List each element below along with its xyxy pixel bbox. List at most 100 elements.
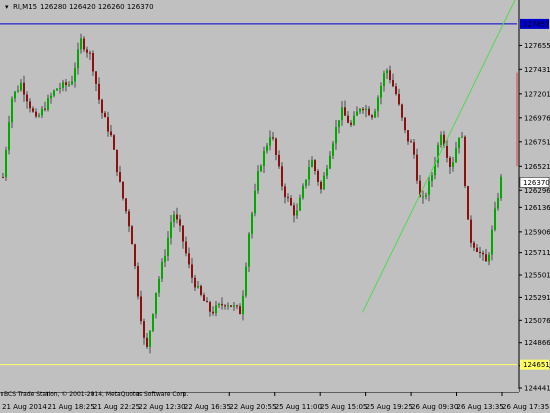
current-price-text: 126370: [523, 179, 550, 187]
symbol-label: RI,M15: [13, 3, 37, 11]
candle-body: [281, 166, 283, 187]
candle-body: [449, 157, 451, 167]
candle-body: [194, 277, 196, 288]
candle-body: [353, 115, 355, 125]
candle-body: [215, 305, 217, 314]
candle-body: [500, 176, 502, 198]
candle-body: [212, 311, 214, 314]
chart-window[interactable]: ▾ RI,M15 126280 126420 126260 126370 127…: [0, 0, 550, 413]
candle-body: [416, 154, 418, 181]
x-tick-label: 22 Aug 16:35: [184, 403, 231, 411]
candle-body: [386, 70, 388, 74]
candle-body: [410, 141, 412, 143]
candle-body: [179, 219, 181, 226]
candle-body: [266, 145, 268, 152]
candle-body: [128, 211, 130, 227]
candle-body: [47, 98, 49, 110]
y-tick-label: 126296: [524, 187, 550, 195]
candle-body: [446, 145, 448, 158]
candle-body: [323, 175, 325, 190]
candle-body: [365, 108, 367, 111]
x-tick-label: 26 Aug 09:30: [411, 403, 458, 411]
candle-body: [248, 233, 250, 267]
candle-body: [329, 155, 331, 169]
candle-body: [473, 242, 475, 248]
y-tick-label: 126751: [524, 138, 550, 146]
x-tick-label: 26 Aug 13:35: [457, 403, 504, 411]
candle-body: [320, 181, 322, 190]
candle-body: [35, 111, 37, 117]
candle-body: [203, 294, 205, 302]
candle-body: [467, 185, 469, 220]
candle-body: [464, 136, 466, 186]
candle-body: [107, 117, 109, 132]
candle-body: [347, 115, 349, 123]
candle-body: [359, 108, 361, 112]
candle-body: [401, 104, 403, 118]
candle-body: [110, 131, 112, 136]
candle-body: [74, 68, 76, 82]
y-tick-label: 126136: [524, 204, 550, 212]
candle-body: [338, 120, 340, 128]
candle-body: [104, 112, 106, 118]
x-tick-label: 25 Aug 11:00: [275, 403, 322, 411]
candle-body: [458, 137, 460, 149]
candle-body: [452, 162, 454, 167]
candle-body: [131, 226, 133, 245]
candle-body: [377, 97, 379, 112]
candle-body: [272, 137, 274, 139]
candle-body: [41, 108, 43, 116]
candle-body: [233, 305, 235, 307]
candle-body: [485, 254, 487, 262]
candle-body: [143, 321, 145, 338]
candle-body: [71, 81, 73, 85]
x-tick-label: 21 Aug 2014: [2, 403, 47, 411]
candle-body: [14, 91, 16, 99]
title-arrow-icon[interactable]: ▾: [5, 3, 9, 11]
candle-body: [53, 90, 55, 96]
candle-body: [317, 170, 319, 182]
y-tick-label: 124441: [524, 385, 550, 393]
candle-body: [383, 73, 385, 87]
candle-body: [209, 302, 211, 312]
candle-body: [290, 198, 292, 206]
candle-body: [407, 130, 409, 142]
candle-body: [59, 87, 61, 89]
candle-body: [356, 111, 358, 116]
candle-body: [89, 52, 91, 54]
candle-body: [221, 303, 223, 306]
y-tick-label: 125711: [524, 249, 550, 257]
candle-body: [398, 93, 400, 105]
candle-body: [296, 210, 298, 216]
x-tick-label: 25 Aug 15:05: [320, 403, 367, 411]
candle-body: [332, 143, 334, 156]
copyright-text: BCS Trade Station, © 2001-2014, MetaQuot…: [4, 391, 188, 398]
candle-body: [236, 305, 238, 307]
candle-body: [461, 136, 463, 138]
candle-body: [227, 305, 229, 307]
candle-body: [254, 190, 256, 214]
candle-body: [113, 135, 115, 150]
x-tick-label: 26 Aug 17:35: [502, 403, 549, 411]
candle-body: [245, 266, 247, 296]
candle-body: [422, 196, 424, 198]
y-tick-label: 125906: [524, 228, 550, 236]
y-tick-label: 127201: [524, 90, 550, 98]
candle-body: [17, 90, 19, 92]
candle-body: [182, 225, 184, 242]
x-tick-label: 21 Aug 18:25: [47, 403, 94, 411]
candle-body: [299, 197, 301, 211]
candle-body: [38, 115, 40, 117]
candle-body: [146, 337, 148, 347]
candle-body: [20, 82, 22, 91]
candle-body: [167, 237, 169, 256]
candle-body: [185, 241, 187, 254]
candle-body: [68, 84, 70, 86]
candle-body: [326, 168, 328, 176]
candle-body: [428, 181, 430, 195]
candle-body: [263, 151, 265, 166]
candle-body: [176, 214, 178, 220]
candle-body: [50, 95, 52, 99]
candle-body: [440, 134, 442, 145]
candle-body: [269, 137, 271, 146]
